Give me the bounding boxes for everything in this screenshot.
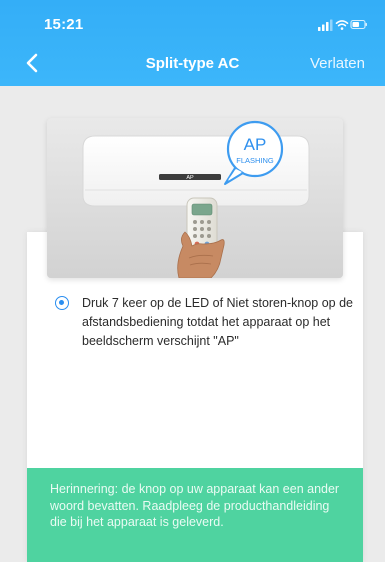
- ac-drawing: AP AP FLASHING: [47, 118, 343, 278]
- reminder-box: Herinnering: de knop op uw apparaat kan …: [27, 468, 363, 562]
- bubble-ap-text: AP: [244, 135, 267, 154]
- leave-button[interactable]: Verlaten: [310, 55, 365, 72]
- ac-illustration: AP AP FLASHING: [47, 118, 343, 278]
- bubble-flashing-text: FLASHING: [236, 156, 274, 165]
- instruction-text: Druk 7 keer op de LED of Niet storen-kno…: [82, 296, 353, 348]
- instruction-radio[interactable]: [55, 296, 69, 310]
- status-icons: [318, 19, 367, 31]
- ac-display-text: AP: [186, 175, 194, 181]
- battery-icon: [350, 19, 367, 30]
- wifi-icon: [335, 20, 349, 30]
- signal-icon: [318, 19, 333, 31]
- header-bar: 15:21 Split-type AC Verlaten: [0, 0, 385, 86]
- reminder-text: Herinnering: de knop op uw apparaat kan …: [50, 482, 340, 529]
- status-time: 15:21: [44, 16, 84, 33]
